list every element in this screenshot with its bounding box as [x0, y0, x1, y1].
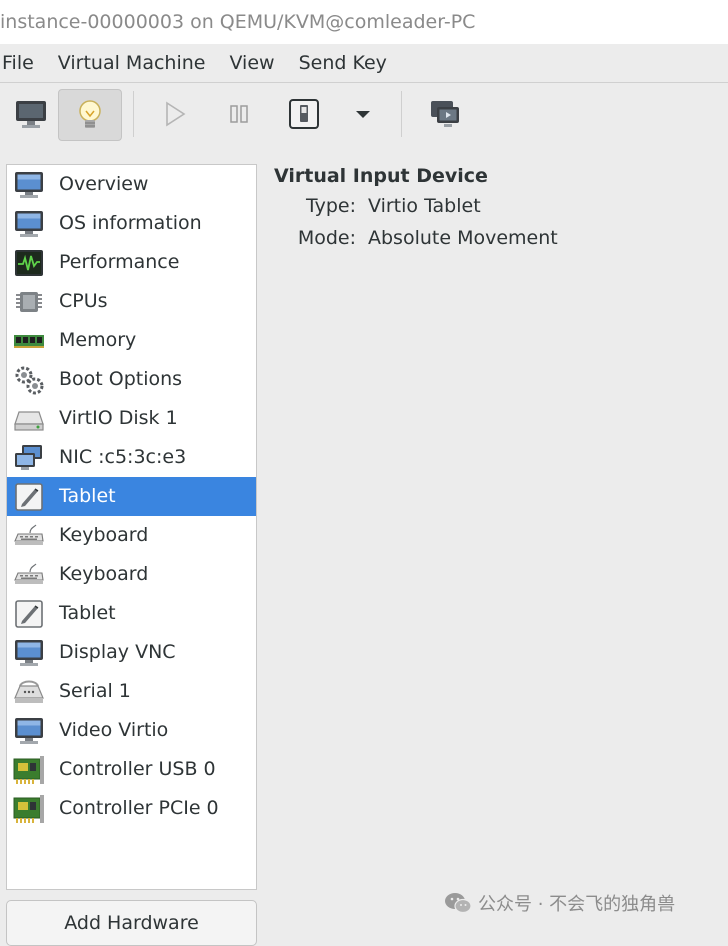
sidebar-item-label: OS information [59, 212, 202, 234]
sidebar-item-controller-usb-0[interactable]: Controller USB 0 [7, 750, 256, 789]
sidebar-item-label: Tablet [59, 485, 116, 507]
monitor-icon [11, 209, 47, 239]
menu-virtual-machine[interactable]: Virtual Machine [58, 44, 206, 82]
network-icon [11, 443, 47, 473]
gears-icon [11, 365, 47, 395]
shutdown-button[interactable] [273, 89, 335, 139]
play-icon [166, 101, 186, 127]
add-hardware-button[interactable]: Add Hardware [6, 900, 257, 946]
menu-file[interactable]: File [2, 44, 34, 82]
lightbulb-icon [79, 100, 101, 128]
toolbar-separator [401, 91, 402, 137]
sidebar-item-memory[interactable]: Memory [7, 321, 256, 360]
monitor-icon [11, 170, 47, 200]
keyboard-icon [11, 560, 47, 590]
monitor-icon [16, 101, 46, 128]
run-button[interactable] [144, 89, 206, 139]
sidebar-item-label: Tablet [59, 602, 116, 624]
window-title: instance-00000003 on QEMU/KVM@comleader-… [0, 0, 728, 44]
type-label: Type: [305, 195, 356, 217]
monitor-icon [11, 716, 47, 746]
sidebar-item-nic-c5-3c-e3[interactable]: NIC :c5:3c:e3 [7, 438, 256, 477]
sidebar-item-label: Memory [59, 329, 137, 351]
chevron-down-icon [356, 111, 370, 118]
sidebar-item-label: Overview [59, 173, 149, 195]
tablet-icon [11, 482, 47, 512]
screens-icon [431, 101, 459, 127]
serial-port-icon [11, 677, 47, 707]
hardware-list: Overview OS information Performance CPUs Mem… [6, 164, 257, 890]
sidebar-item-performance[interactable]: Performance [7, 243, 256, 282]
controller-card-icon [11, 755, 47, 785]
sidebar-item-label: Controller PCIe 0 [59, 797, 219, 819]
wechat-icon [445, 893, 472, 914]
toolbar-separator [133, 91, 134, 137]
toolbar [0, 83, 728, 145]
sidebar-item-cpus[interactable]: CPUs [7, 282, 256, 321]
mode-label: Mode: [297, 227, 356, 249]
sidebar-item-serial-1[interactable]: Serial 1 [7, 672, 256, 711]
memory-module-icon [11, 326, 47, 356]
sidebar-item-overview[interactable]: Overview [7, 165, 256, 204]
monitor-icon [11, 638, 47, 668]
cpu-chip-icon [11, 287, 47, 317]
sidebar-item-label: NIC :c5:3c:e3 [59, 446, 187, 468]
sidebar-item-controller-pcie-0[interactable]: Controller PCIe 0 [7, 789, 256, 828]
type-value: Virtio Tablet [368, 195, 481, 217]
power-switch-icon [289, 99, 319, 129]
sidebar-item-label: Controller USB 0 [59, 758, 216, 780]
pause-icon [230, 105, 248, 123]
sidebar-item-video-virtio[interactable]: Video Virtio [7, 711, 256, 750]
sidebar-item-label: VirtIO Disk 1 [59, 407, 178, 429]
sidebar-item-label: Keyboard [59, 563, 149, 585]
details-panel: Virtual Input Device Type: Virtio Tablet… [274, 162, 558, 254]
console-view-button[interactable] [0, 89, 62, 139]
shutdown-menu-button[interactable] [332, 89, 394, 139]
sidebar-item-label: Keyboard [59, 524, 149, 546]
fullscreen-button[interactable] [414, 89, 476, 139]
disk-drive-icon [11, 404, 47, 434]
sidebar-item-display-vnc[interactable]: Display VNC [7, 633, 256, 672]
sidebar-item-boot-options[interactable]: Boot Options [7, 360, 256, 399]
sidebar-item-tablet[interactable]: Tablet [7, 594, 256, 633]
watermark: 公众号 · 不会飞的独角兽 [444, 888, 675, 918]
details-title: Virtual Input Device [274, 165, 488, 187]
details-view-button[interactable] [58, 89, 122, 141]
sidebar-item-keyboard[interactable]: Keyboard [7, 516, 256, 555]
pause-button[interactable] [208, 89, 270, 139]
sidebar-item-label: Serial 1 [59, 680, 131, 702]
menu-bar: File Virtual Machine View Send Key [0, 44, 728, 83]
sidebar-item-label: Boot Options [59, 368, 183, 390]
sidebar-item-keyboard[interactable]: Keyboard [7, 555, 256, 594]
menu-view[interactable]: View [229, 44, 274, 82]
menu-send-key[interactable]: Send Key [299, 44, 387, 82]
sidebar-item-os-information[interactable]: OS information [7, 204, 256, 243]
performance-graph-icon [11, 248, 47, 278]
tablet-icon [11, 599, 47, 629]
controller-card-icon [11, 794, 47, 824]
keyboard-icon [11, 521, 47, 551]
watermark-text: 公众号 · 不会飞的独角兽 [478, 894, 676, 915]
type-row: Type: Virtio Tablet [274, 190, 558, 222]
sidebar-item-label: Video Virtio [59, 719, 169, 741]
sidebar-item-virtio-disk-1[interactable]: VirtIO Disk 1 [7, 399, 256, 438]
sidebar-item-label: CPUs [59, 290, 108, 312]
mode-value: Absolute Movement [368, 227, 558, 249]
sidebar-item-tablet[interactable]: Tablet [7, 477, 256, 516]
sidebar-item-label: Performance [59, 251, 180, 273]
mode-row: Mode: Absolute Movement [274, 222, 558, 254]
sidebar-item-label: Display VNC [59, 641, 176, 663]
